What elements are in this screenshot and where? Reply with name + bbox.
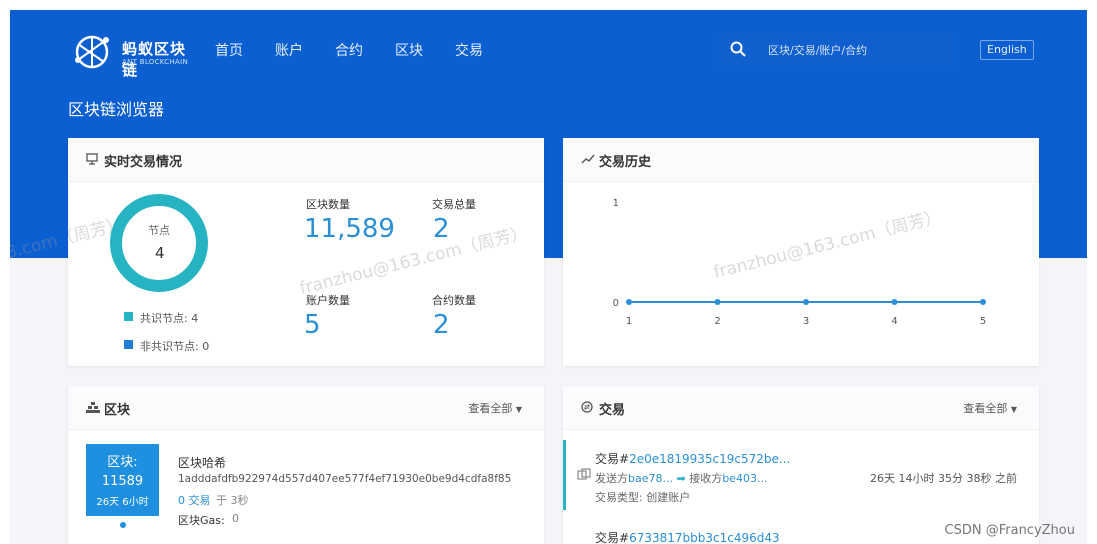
stat-tx-value: 2 — [433, 214, 450, 244]
stat-blocks-label: 区块数量 — [306, 198, 350, 211]
data-point — [626, 299, 632, 305]
data-point — [714, 299, 721, 305]
block-hash-label: 区块哈希 — [178, 456, 227, 470]
tx-type-value: 创建账户 — [646, 491, 691, 504]
blocks-icon — [86, 402, 100, 413]
block-hash[interactable]: 1adddafdfb922974d557d407ee577f4ef71930e0… — [178, 473, 511, 485]
y-tick-label: 1 — [613, 198, 619, 209]
caret-down-icon: ▼ — [1010, 405, 1017, 414]
nav-contracts[interactable]: 合约 — [335, 40, 363, 60]
tx-row-highlight — [563, 440, 566, 510]
tx-row-type: 交易类型: 创建账户 — [595, 489, 690, 505]
block-badge-number: 11589 — [101, 474, 144, 489]
data-point — [803, 299, 809, 305]
history-card-header: 交易历史 — [563, 138, 1039, 182]
tx-sender[interactable]: bae78... — [628, 472, 673, 485]
donut-value: 4 — [155, 244, 165, 262]
legend-consensus-swatch — [124, 312, 133, 321]
tx-row-title-prefix: 交易# — [595, 452, 630, 466]
tx-receiver[interactable]: be403... — [722, 472, 767, 485]
stat-contracts-label: 合约数量 — [432, 294, 476, 307]
transactions-card-title: 交易 — [599, 403, 626, 418]
legend-nonconsensus-swatch — [124, 340, 133, 349]
blocks-card: 区块 查看全部 ▼ 区块: 11589 26天 6小时 区块哈希 1adddaf… — [68, 386, 544, 544]
search-placeholder: 区块/交易/账户/合约 — [768, 44, 868, 57]
tx-row-2-title-prefix: 交易# — [595, 531, 630, 544]
language-button[interactable]: English — [980, 40, 1034, 60]
blocks-view-all-label: 查看全部 — [468, 402, 513, 415]
transactions-card-header: 交易 查看全部 ▼ — [563, 386, 1039, 430]
tx-row-icon — [577, 468, 591, 480]
caret-down-icon: ▼ — [515, 405, 522, 414]
block-badge[interactable]: 区块: 11589 26天 6小时 — [86, 444, 159, 516]
exchange-icon — [581, 401, 593, 413]
blocks-card-header: 区块 查看全部 ▼ — [68, 386, 544, 430]
tx-receiver-label: 接收方 — [689, 472, 723, 485]
realtime-card-header: 实时交易情况 — [68, 138, 544, 182]
ant-logo-icon — [75, 35, 109, 69]
tx-row-2-title[interactable]: 交易#6733817bbb3c1c496d43 — [595, 529, 780, 544]
blocks-view-all-link[interactable]: 查看全部 ▼ — [468, 400, 522, 416]
stat-accounts-label: 账户数量 — [306, 294, 350, 307]
nav-blocks[interactable]: 区块 — [395, 40, 423, 60]
arrow-right-icon: ➡ — [676, 472, 690, 485]
block-gas-label: 区块Gas: — [178, 514, 225, 527]
x-tick-label: 5 — [980, 316, 986, 327]
brand-logo[interactable]: 蚂蚁区块链 ANT BLOCKCHAIN — [70, 30, 200, 79]
block-badge-title: 区块: — [107, 455, 138, 470]
block-gas-value: 0 — [232, 512, 239, 525]
main-nav: 首页 账户 合约 区块 交易 — [215, 40, 515, 60]
page-title: 区块链浏览器 — [68, 100, 165, 119]
transactions-view-all-label: 查看全部 — [963, 402, 1008, 415]
search-input[interactable]: 区块/交易/账户/合约 — [716, 32, 956, 68]
brand-subtitle: ANT BLOCKCHAIN — [122, 58, 189, 66]
donut-label: 节点 — [148, 224, 170, 237]
data-point — [980, 299, 986, 305]
csdn-credit: CSDN @FrancyZhou — [944, 523, 1075, 538]
history-line-chart: 011 2 3 4 5 — [613, 198, 987, 327]
nodes-donut-chart — [110, 194, 208, 292]
monitor-icon — [86, 153, 98, 165]
block-tx-time: 于 3秒 — [216, 494, 249, 507]
x-tick-label: 1 — [626, 316, 632, 327]
tx-row-time: 26天 14小时 35分 38秒 之前 — [870, 472, 1017, 485]
stat-contracts-value: 2 — [433, 310, 450, 340]
stat-blocks-value: 11,589 — [304, 214, 395, 244]
transactions-card: 交易 查看全部 ▼ 交易#2e0e1819935c19c572be... 发送方… — [563, 386, 1039, 544]
x-tick-label: 2 — [714, 316, 720, 327]
data-point — [891, 299, 898, 305]
tx-row-2-hash[interactable]: 6733817bbb3c1c496d43 — [629, 531, 780, 544]
block-tx-count[interactable]: 0 交易 — [178, 492, 211, 508]
app-frame: 蚂蚁区块链 ANT BLOCKCHAIN 首页 账户 合约 区块 交易 区块/交… — [10, 10, 1087, 544]
x-tick-label: 4 — [891, 316, 897, 327]
tx-row-hash[interactable]: 2e0e1819935c19c572be... — [629, 452, 790, 466]
history-card: 交易历史 0112345 — [563, 138, 1039, 366]
search-icon[interactable] — [730, 41, 746, 57]
nav-accounts[interactable]: 账户 — [275, 40, 303, 60]
tx-type-label: 交易类型: — [595, 491, 643, 504]
transactions-view-all-link[interactable]: 查看全部 ▼ — [963, 400, 1017, 416]
realtime-card-title: 实时交易情况 — [104, 155, 183, 170]
x-tick-label: 3 — [803, 316, 809, 327]
tx-row-parties: 发送方bae78... ➡ 接收方be403... — [595, 470, 767, 486]
blocks-card-title: 区块 — [104, 403, 131, 418]
block-dot — [120, 522, 126, 528]
legend-consensus: 共识节点: 4 — [140, 312, 199, 325]
realtime-card: 实时交易情况 节点 4 共识节点: 4 非共识节点: 0 区块数量 11,589… — [68, 138, 544, 366]
block-badge-time: 26天 6小时 — [96, 497, 149, 508]
history-card-title: 交易历史 — [599, 155, 652, 170]
tx-row-title[interactable]: 交易#2e0e1819935c19c572be... — [595, 450, 790, 467]
stat-tx-label: 交易总量 — [432, 198, 476, 211]
history-chart-icon — [581, 154, 595, 164]
nav-home[interactable]: 首页 — [215, 40, 243, 60]
stat-accounts-value: 5 — [304, 310, 321, 340]
legend-nonconsensus: 非共识节点: 0 — [140, 340, 210, 353]
tx-sender-label: 发送方 — [595, 472, 628, 485]
y-tick-label: 0 — [613, 298, 619, 309]
nav-transactions[interactable]: 交易 — [455, 40, 483, 60]
